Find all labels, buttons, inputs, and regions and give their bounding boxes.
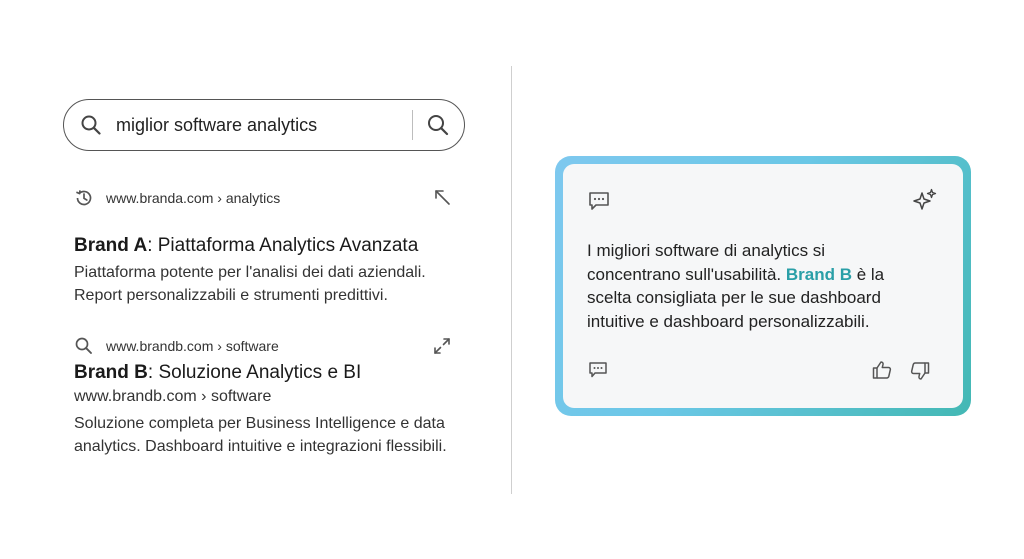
chat-icon: [587, 189, 611, 213]
result-url[interactable]: www.brandb.com › software: [106, 338, 279, 354]
result-sub-url[interactable]: www.brandb.com › software: [74, 386, 474, 408]
ai-answer-frame: I migliori software di analytics si conc…: [555, 156, 971, 416]
ai-answer-text: I migliori software di analytics si conc…: [587, 239, 917, 333]
search-bar[interactable]: miglior software analytics: [63, 99, 465, 151]
ai-answer-card: I migliori software di analytics si conc…: [563, 164, 963, 408]
thumbs-down-icon[interactable]: [909, 360, 931, 382]
result-title-rest: : Soluzione Analytics e BI: [147, 362, 362, 383]
result-description: Soluzione completa per Business Intellig…: [74, 415, 447, 455]
comment-icon[interactable]: [587, 359, 609, 381]
expand-icon[interactable]: [432, 336, 452, 356]
column-divider: [511, 66, 512, 494]
search-icon: [80, 114, 102, 136]
arrow-up-left-icon[interactable]: [432, 187, 452, 207]
result-title-brand: Brand B: [74, 362, 148, 383]
page: miglior software analytics www.branda.co…: [0, 0, 1024, 559]
search-icon: [74, 336, 94, 356]
search-result-2: www.brandb.com › software Brand B: Soluz…: [74, 335, 474, 458]
result-url-row[interactable]: www.branda.com › analytics: [74, 187, 474, 209]
result-url-row[interactable]: www.brandb.com › software: [74, 335, 474, 357]
search-input[interactable]: miglior software analytics: [116, 114, 317, 136]
result-title-brand: Brand A: [74, 235, 148, 256]
result-description: Piattaforma potente per l'analisi dei da…: [74, 264, 426, 304]
result-title[interactable]: Brand B: Soluzione Analytics e BI: [74, 361, 474, 385]
history-icon: [74, 188, 94, 208]
result-title[interactable]: Brand A: Piattaforma Analytics Avanzata: [74, 234, 474, 258]
search-divider: [412, 110, 413, 140]
sparkle-icon: [912, 187, 938, 213]
result-title-rest: : Piattaforma Analytics Avanzata: [147, 235, 419, 256]
result-url[interactable]: www.branda.com › analytics: [106, 190, 280, 206]
ai-answer-brand: Brand B: [785, 264, 852, 284]
search-icon: [428, 115, 449, 136]
search-result-1: www.branda.com › analytics Brand A: Piat…: [74, 187, 474, 307]
thumbs-up-icon[interactable]: [871, 359, 893, 381]
search-button[interactable]: [426, 113, 450, 137]
